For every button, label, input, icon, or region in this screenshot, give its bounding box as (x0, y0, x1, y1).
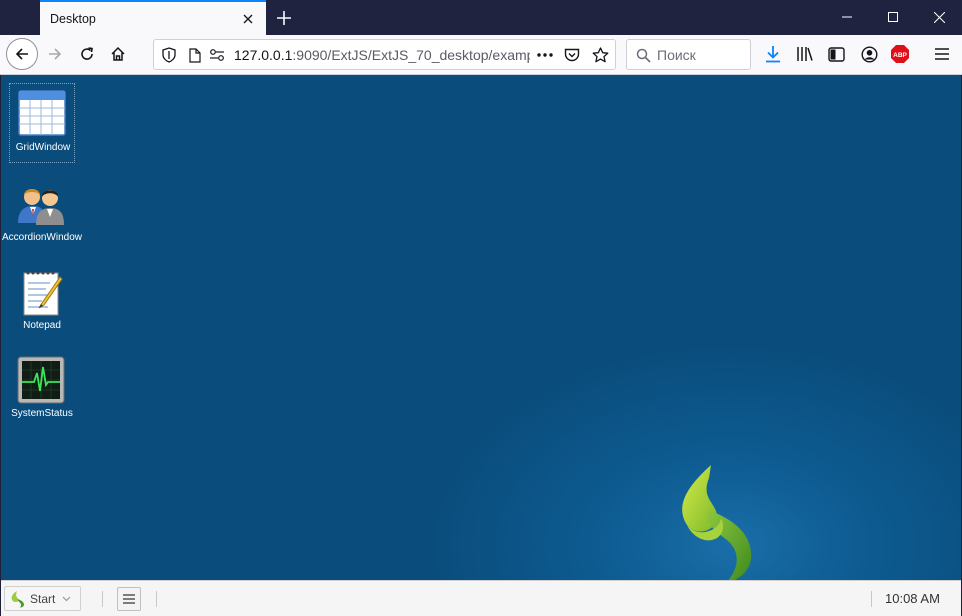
start-label: Start (30, 591, 56, 606)
shortcut-label: AccordionWindow (1, 232, 83, 243)
minimize-icon[interactable] (824, 0, 870, 34)
sencha-logo (682, 465, 752, 580)
tab-title: Desktop (50, 11, 96, 26)
shortcut-label: SystemStatus (11, 408, 73, 419)
shortcut-gridwindow[interactable]: GridWindow (9, 83, 75, 163)
url-path: :9090/ExtJS/ExtJS_70_desktop/example (292, 47, 530, 63)
download-icon[interactable] (763, 44, 783, 64)
taskbar: Start 10:08 AM (1, 580, 961, 616)
back-button[interactable] (6, 38, 38, 70)
grid-icon (18, 90, 66, 136)
tab-strip: Desktop (0, 0, 962, 35)
shortcut-systemstatus[interactable]: SystemStatus (9, 351, 75, 423)
forward-button[interactable] (40, 39, 70, 69)
more-actions-icon[interactable] (536, 46, 554, 64)
new-tab-icon[interactable] (270, 4, 298, 32)
quickstart-menu-button[interactable] (117, 587, 141, 611)
hamburger-menu-icon[interactable] (932, 44, 952, 64)
shortcut-accordionwindow[interactable]: AccordionWindow (2, 175, 82, 247)
bookmark-star-icon[interactable] (591, 46, 609, 64)
system-status-icon (17, 356, 65, 404)
tab-desktop[interactable]: Desktop (40, 0, 266, 35)
url-host: 127.0.0.1 (234, 47, 293, 63)
pocket-icon[interactable] (563, 46, 581, 64)
list-icon (123, 594, 135, 604)
sidebar-icon[interactable] (826, 44, 846, 64)
users-icon (18, 189, 64, 225)
shortcut-label: GridWindow (15, 142, 71, 153)
desktop-area[interactable]: GridWindow AccordionWindow Notepad Syste… (1, 75, 961, 580)
shortcut-notepad[interactable]: Notepad (9, 263, 75, 335)
url-text[interactable]: 127.0.0.1:9090/ExtJS/ExtJS_70_desktop/ex… (234, 47, 530, 63)
window-close-icon[interactable] (916, 0, 962, 34)
taskbar-separator (871, 591, 872, 607)
taskbar-clock: 10:08 AM (885, 591, 940, 606)
adblock-badge: ABP (893, 52, 907, 59)
page-icon[interactable] (186, 46, 204, 64)
shortcut-label: Notepad (23, 320, 61, 331)
chevron-down-icon (62, 596, 71, 601)
search-input[interactable]: Поиск (626, 39, 751, 70)
nav-toolbar: 127.0.0.1:9090/ExtJS/ExtJS_70_desktop/ex… (0, 35, 962, 75)
notepad-icon (23, 271, 63, 316)
taskbar-separator (156, 591, 157, 607)
search-icon (634, 46, 652, 64)
maximize-icon[interactable] (870, 0, 916, 34)
tab-close-icon[interactable] (234, 5, 262, 33)
permissions-icon[interactable] (208, 46, 226, 64)
search-placeholder: Поиск (657, 47, 696, 63)
home-icon[interactable] (103, 39, 133, 69)
taskbar-separator (102, 591, 103, 607)
url-bar[interactable]: 127.0.0.1:9090/ExtJS/ExtJS_70_desktop/ex… (153, 39, 616, 70)
adblock-icon[interactable]: ABP (890, 44, 910, 64)
tracking-shield-icon[interactable] (160, 46, 178, 64)
account-icon[interactable] (859, 44, 879, 64)
reload-icon[interactable] (72, 39, 102, 69)
sencha-start-icon (11, 590, 24, 607)
library-icon[interactable] (795, 44, 815, 64)
start-button[interactable]: Start (4, 586, 81, 611)
